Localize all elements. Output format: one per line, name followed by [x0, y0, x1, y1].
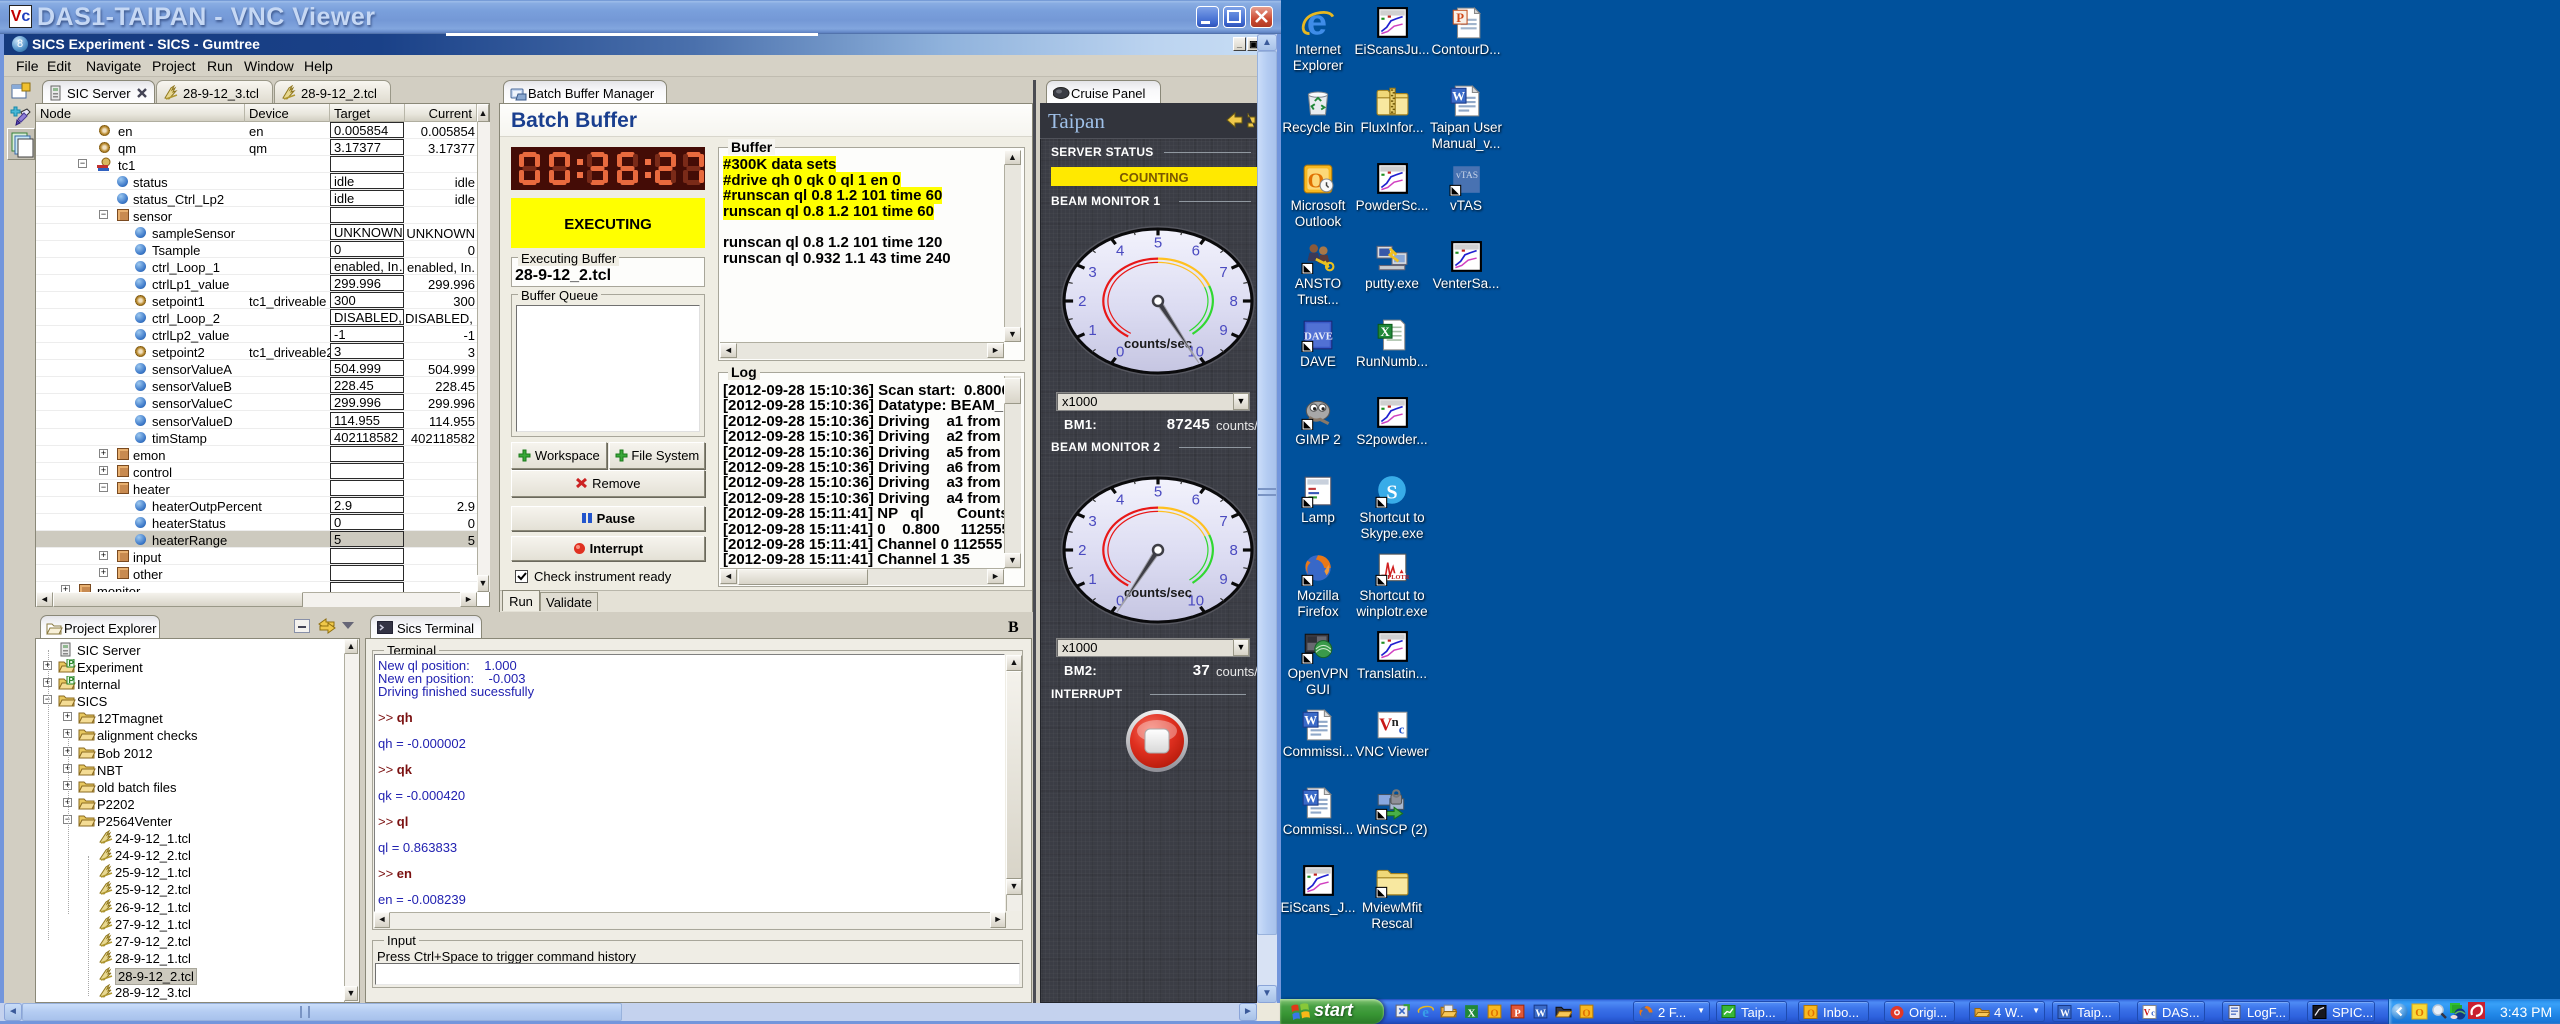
- svg-text:3: 3: [1088, 264, 1096, 281]
- svg-text:X: X: [1380, 325, 1390, 339]
- svg-text:V: V: [1379, 714, 1392, 734]
- svg-text:c: c: [2151, 1009, 2155, 1018]
- svg-text:4: 4: [1116, 491, 1124, 508]
- svg-text:DAVE: DAVE: [1304, 331, 1333, 342]
- svg-text:W: W: [1304, 791, 1317, 805]
- svg-text:X: X: [1468, 1008, 1476, 1019]
- svg-text:W: W: [1535, 1008, 1546, 1019]
- svg-text:O: O: [1490, 1008, 1498, 1019]
- svg-text:7: 7: [1219, 264, 1227, 281]
- svg-text:1: 1: [1088, 322, 1096, 339]
- svg-text:9: 9: [1219, 322, 1227, 339]
- svg-text:O: O: [1582, 1008, 1590, 1019]
- svg-text:2: 2: [1078, 542, 1086, 559]
- svg-text:1: 1: [1088, 571, 1096, 588]
- svg-text:P: P: [69, 676, 75, 685]
- svg-text:7: 7: [1219, 513, 1227, 530]
- svg-text:6: 6: [1192, 242, 1200, 259]
- svg-text:P: P: [1514, 1008, 1521, 1019]
- svg-text:PLOTR: PLOTR: [1387, 574, 1409, 581]
- svg-text:W: W: [1452, 89, 1465, 103]
- svg-text:2: 2: [1078, 293, 1086, 310]
- svg-text:c: c: [1399, 723, 1405, 737]
- svg-text:4: 4: [1116, 242, 1124, 259]
- svg-text:P: P: [1456, 11, 1464, 25]
- svg-text:vTAS: vTAS: [1456, 170, 1478, 181]
- svg-text:8: 8: [1230, 542, 1238, 559]
- svg-text:9: 9: [1219, 571, 1227, 588]
- svg-text:W: W: [1304, 713, 1317, 727]
- svg-text:S: S: [1386, 481, 1397, 503]
- svg-text:O: O: [2415, 1007, 2424, 1019]
- svg-text:O: O: [1807, 1009, 1815, 1020]
- svg-text:5: 5: [1154, 484, 1162, 501]
- svg-text:P: P: [69, 659, 75, 668]
- svg-text:3: 3: [1088, 513, 1096, 530]
- svg-text:6: 6: [1192, 491, 1200, 508]
- svg-text:5: 5: [1154, 235, 1162, 252]
- svg-text:n: n: [1392, 715, 1399, 729]
- svg-text:8: 8: [1230, 293, 1238, 310]
- svg-text:W: W: [2060, 1009, 2070, 1020]
- svg-text:V: V: [2144, 1008, 2151, 1018]
